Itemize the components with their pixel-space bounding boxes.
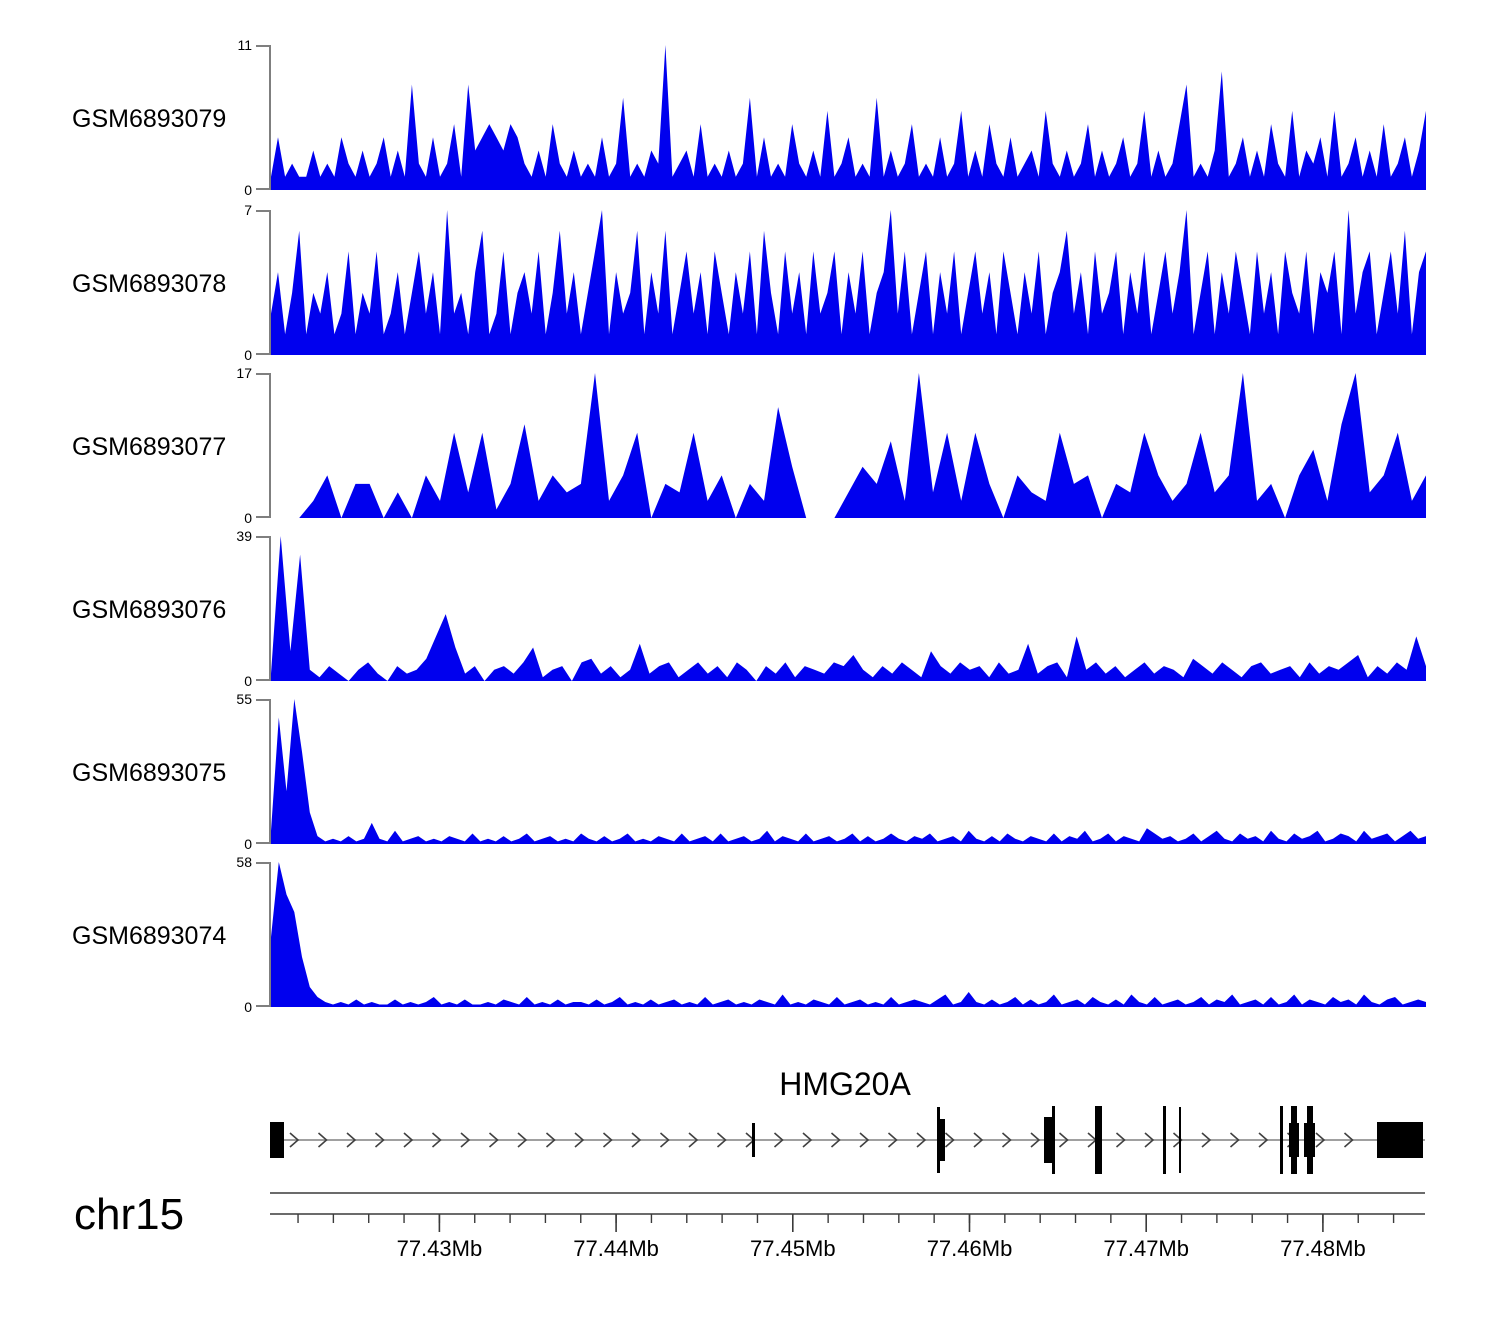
y-axis-max-label: 58 [214,854,252,870]
y-axis-bottom-tick [256,679,269,681]
coverage-track-gsm6893079: GSM6893079 11 0 [0,45,1500,190]
coverage-area-plot [271,699,1426,844]
coverage-area-plot [271,373,1426,518]
y-axis-bottom-tick [256,842,269,844]
y-axis-max-label: 7 [214,202,252,218]
genome-browser-view: GSM6893079 11 0 GSM6893078 7 0 GSM689307… [0,0,1500,1320]
ruler-tick-label: 77.45Mb [750,1236,836,1261]
coverage-area-plot [271,45,1426,190]
y-axis-zero-label: 0 [214,510,252,526]
y-axis: 58 0 [0,862,272,1007]
coverage-track-gsm6893076: GSM6893076 39 0 [0,536,1500,681]
y-axis-bottom-tick [256,353,269,355]
y-axis: 11 0 [0,45,272,190]
coverage-area-plot [271,536,1426,681]
y-axis: 55 0 [0,699,272,844]
coverage-track-gsm6893078: GSM6893078 7 0 [0,210,1500,355]
gene-model-track [0,1055,1500,1185]
ruler-tick-label: 77.43Mb [397,1236,483,1261]
y-axis: 7 0 [0,210,272,355]
coverage-area-plot [271,210,1426,355]
coverage-track-gsm6893075: GSM6893075 55 0 [0,699,1500,844]
coverage-track-gsm6893074: GSM6893074 58 0 [0,862,1500,1007]
ruler-tick-label: 77.44Mb [573,1236,659,1261]
ruler-tick-label: 77.48Mb [1280,1236,1366,1261]
y-axis-top-tick [256,45,269,47]
y-axis-top-tick [256,699,269,701]
y-axis-bottom-tick [256,188,269,190]
y-axis-top-tick [256,373,269,375]
y-axis-top-tick [256,210,269,212]
y-axis-max-label: 55 [214,691,252,707]
y-axis-bottom-tick [256,516,269,518]
y-axis-top-tick [256,862,269,864]
y-axis-bottom-tick [256,1005,269,1007]
y-axis-zero-label: 0 [214,999,252,1015]
ruler-tick-label: 77.46Mb [927,1236,1013,1261]
y-axis: 17 0 [0,373,272,518]
y-axis-zero-label: 0 [214,347,252,363]
y-axis-zero-label: 0 [214,836,252,852]
y-axis-zero-label: 0 [214,182,252,198]
ruler-tick-label: 77.47Mb [1103,1236,1189,1261]
y-axis-max-label: 17 [214,365,252,381]
coverage-area-plot [271,862,1426,1007]
y-axis-max-label: 11 [214,37,252,53]
y-axis-max-label: 39 [214,528,252,544]
y-axis-top-tick [256,536,269,538]
y-axis-zero-label: 0 [214,673,252,689]
genome-axis-ruler: 77.43Mb 77.44Mb 77.45Mb 77.46Mb 77.47Mb 77.48… [0,1185,1500,1285]
coverage-track-gsm6893077: GSM6893077 17 0 [0,373,1500,518]
y-axis: 39 0 [0,536,272,681]
